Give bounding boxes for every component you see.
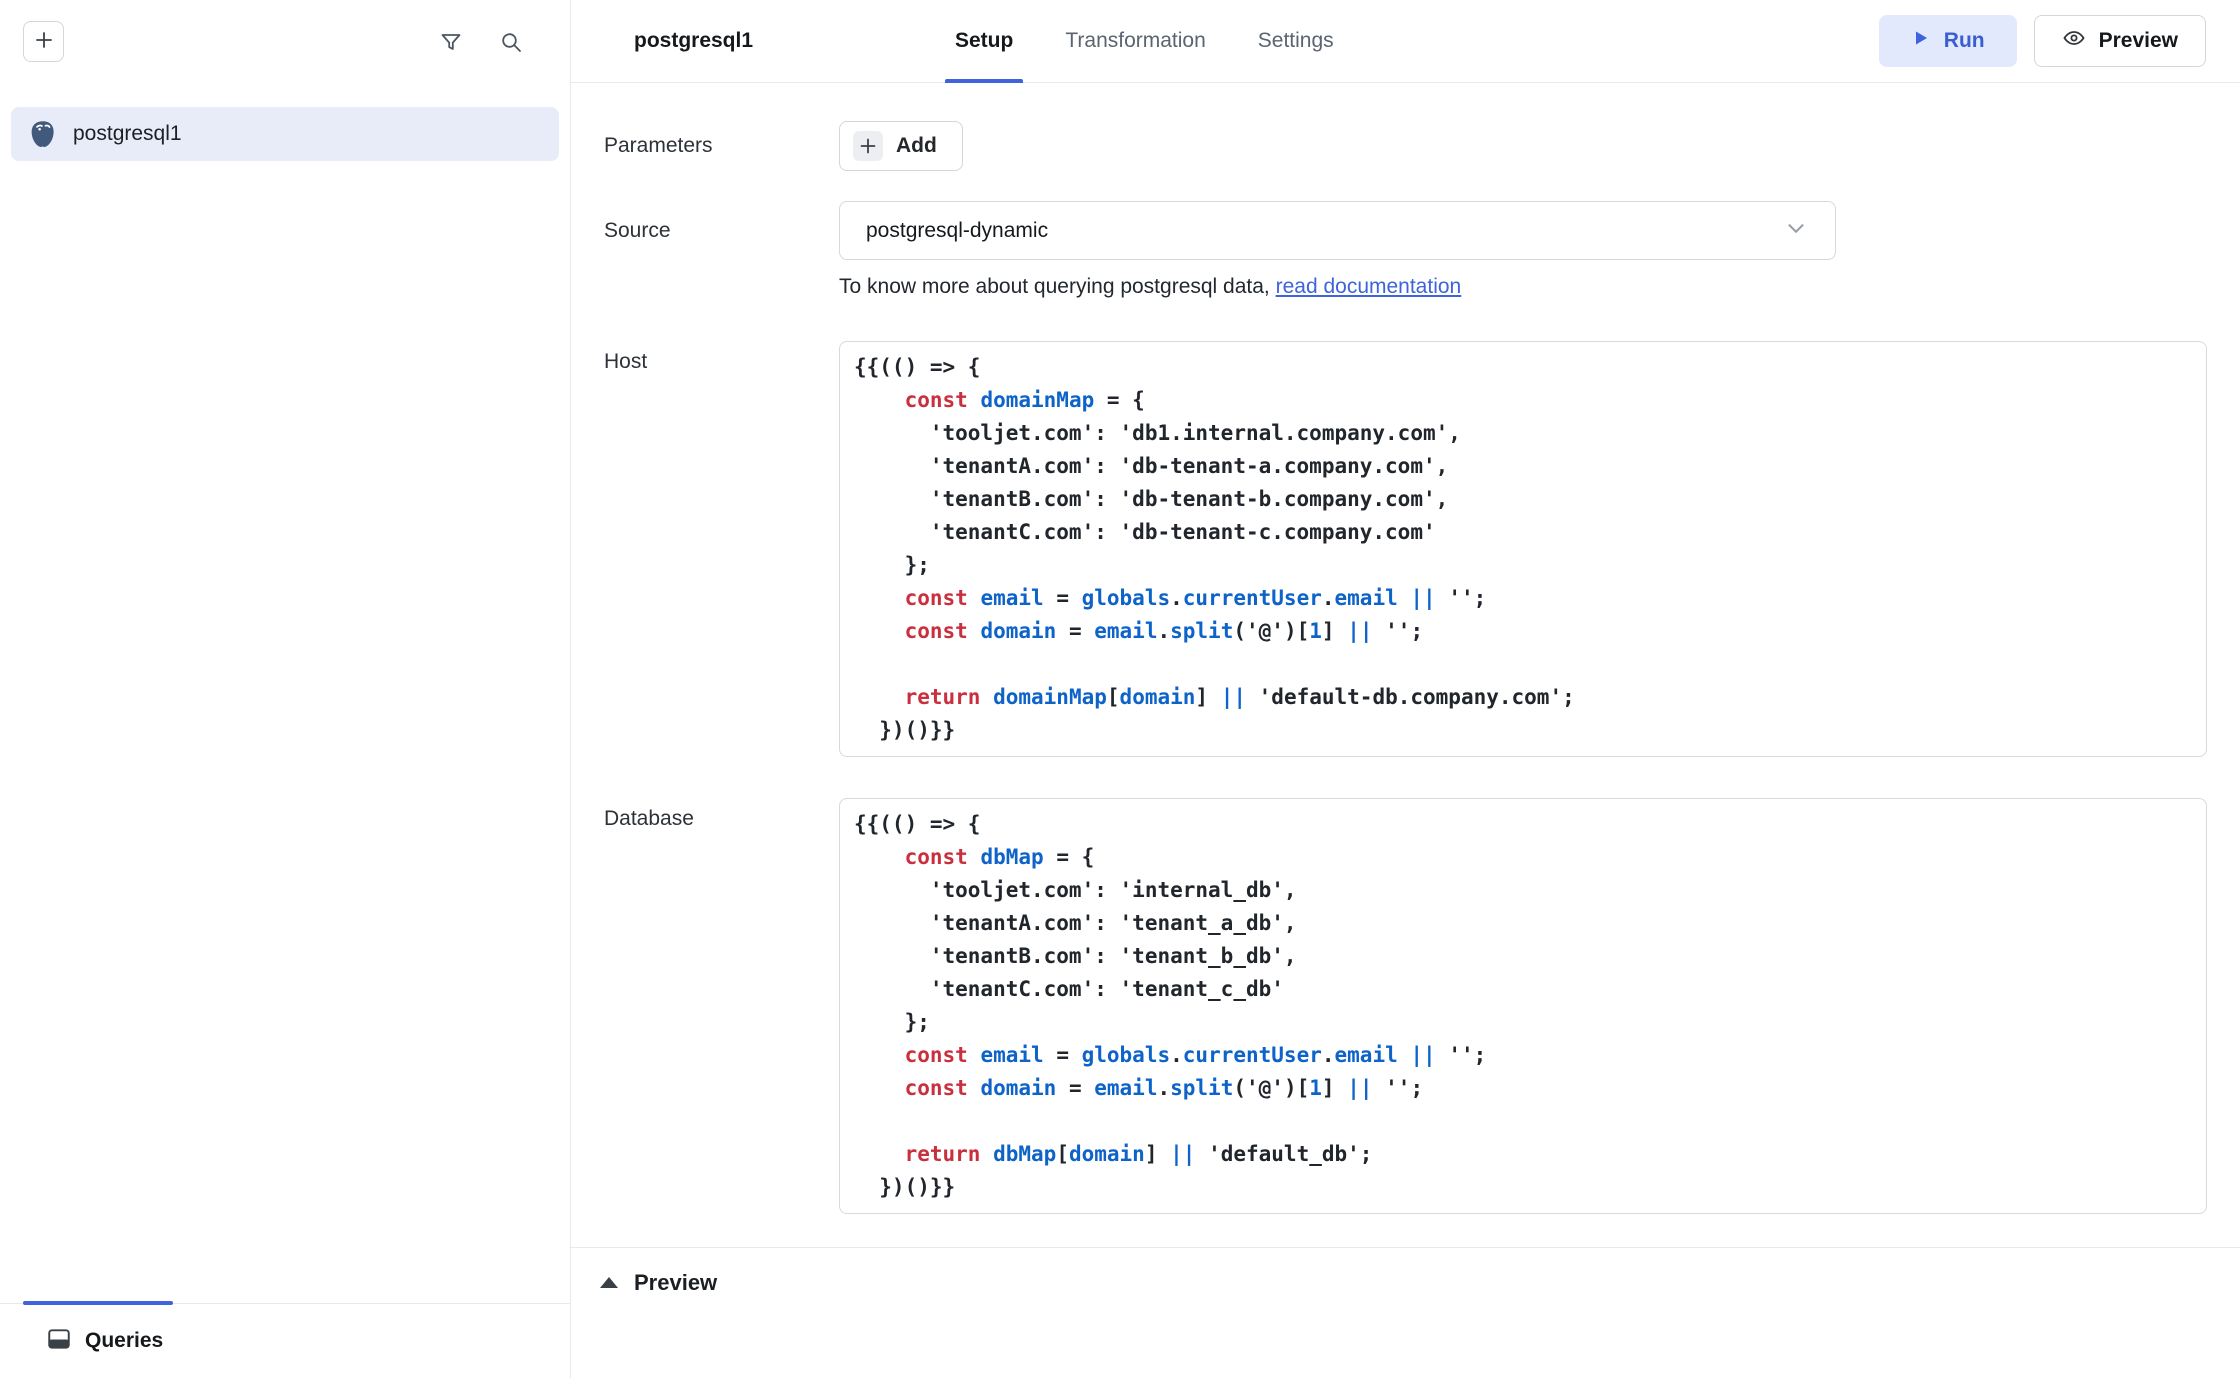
queries-tab[interactable]: Queries [85,1329,163,1353]
eye-icon [2062,26,2086,56]
source-label: Source [604,201,839,246]
read-documentation-link[interactable]: read documentation [1276,275,1462,298]
tab-settings[interactable]: Settings [1252,0,1340,82]
plus-icon [853,131,883,161]
preview-section-title: Preview [634,1270,717,1296]
plus-icon [35,31,53,52]
queries-panel-active-indicator [23,1301,173,1305]
postgresql-icon [28,119,58,149]
query-sidebar: postgresql1 Queries [0,0,571,1378]
host-code-editor[interactable]: {{(() => { const domainMap = { 'tooljet.… [839,341,2207,757]
source-select-value: postgresql-dynamic [866,219,1048,243]
query-editor-header: postgresql1 Setup Transformation Setting… [571,0,2240,83]
run-button[interactable]: Run [1879,15,2017,67]
add-parameter-label: Add [896,134,937,158]
query-list-item-postgresql1[interactable]: postgresql1 [11,107,559,161]
host-label: Host [604,341,839,377]
preview-section-header[interactable]: Preview [571,1247,2240,1317]
editor-tabs: Setup Transformation Settings [949,0,1340,82]
search-icon[interactable] [498,29,524,55]
filter-icon[interactable] [438,29,464,55]
database-label: Database [604,798,839,1214]
collapse-caret-icon [600,1277,618,1288]
database-code-editor[interactable]: {{(() => { const dbMap = { 'tooljet.com'… [839,798,2207,1214]
run-button-label: Run [1944,29,1985,53]
chevron-down-icon [1783,215,1809,247]
query-name: postgresql1 [73,122,182,146]
source-select[interactable]: postgresql-dynamic [839,201,1836,260]
query-editor-panel: postgresql1 Setup Transformation Setting… [571,0,2240,1378]
add-parameter-button[interactable]: Add [839,121,963,171]
play-icon [1911,28,1931,54]
tab-setup[interactable]: Setup [949,0,1019,82]
queries-icon [46,1326,72,1357]
tab-transformation[interactable]: Transformation [1059,0,1211,82]
query-list: postgresql1 [0,83,570,161]
query-title: postgresql1 [634,29,753,53]
add-query-button[interactable] [23,21,64,62]
sidebar-toolbar [0,0,570,83]
source-helper-text: To know more about querying postgresql d… [839,272,2207,302]
sidebar-footer: Queries [0,1303,570,1378]
preview-button[interactable]: Preview [2034,15,2206,67]
parameters-label: Parameters [604,131,839,161]
preview-button-label: Preview [2099,29,2178,53]
setup-form: Parameters Add Source postgresql-dynamic [571,83,2240,1214]
